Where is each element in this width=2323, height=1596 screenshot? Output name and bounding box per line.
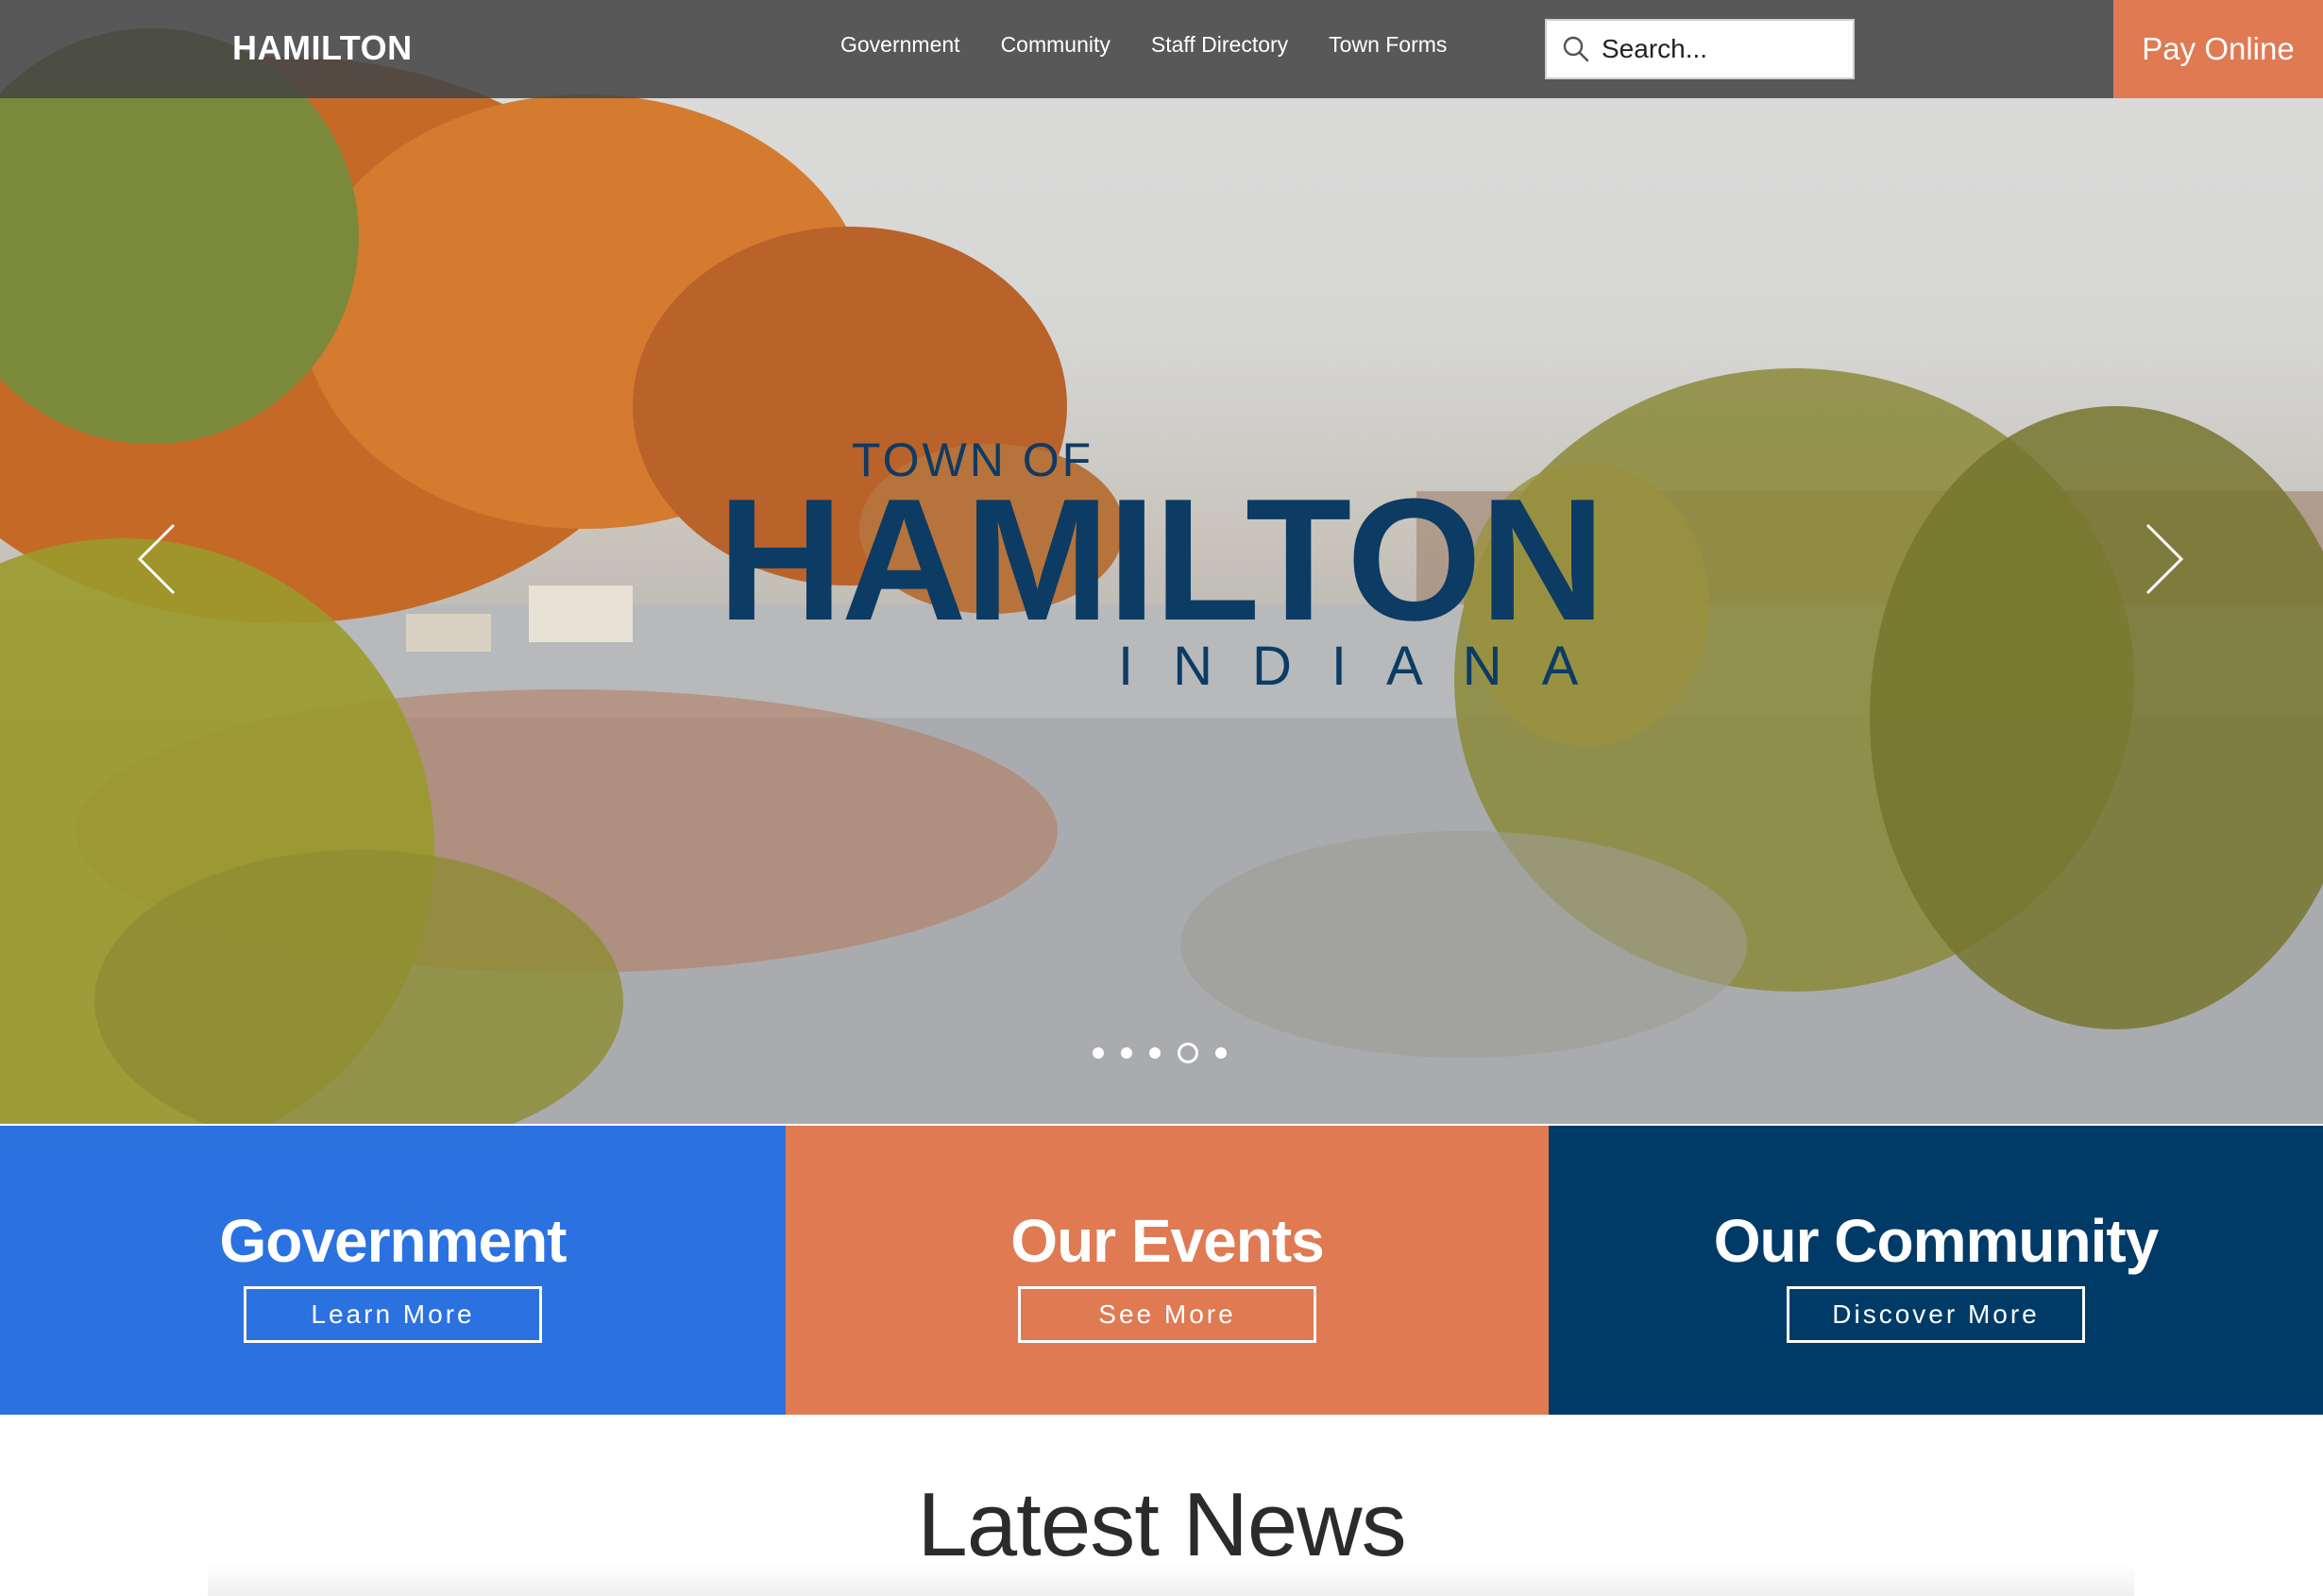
discover-more-button[interactable]: Discover More: [1787, 1286, 2085, 1343]
search-icon: [1562, 35, 1590, 63]
chevron-left-icon: [134, 523, 179, 601]
site-brand[interactable]: HAMILTON: [232, 28, 413, 68]
news-card-edge: [208, 1563, 2134, 1596]
slider-prev-button[interactable]: [134, 521, 179, 597]
town-logo: TOWN OF HAMILTON INDIANA: [718, 425, 1605, 708]
search-input[interactable]: [1602, 30, 1828, 68]
slider-dot-4-active[interactable]: [1178, 1043, 1198, 1063]
chevron-right-icon: [2142, 523, 2187, 601]
site-header: HAMILTON Government Community Staff Dire…: [0, 0, 2323, 98]
nav-item-town-forms[interactable]: Town Forms: [1329, 32, 1447, 58]
nav-item-community[interactable]: Community: [1001, 32, 1111, 58]
latest-news-heading: Latest News: [917, 1474, 1406, 1575]
panel-title: Government: [219, 1207, 568, 1275]
panel-title: Our Community: [1713, 1207, 2160, 1275]
slider-dot-1[interactable]: [1093, 1047, 1104, 1059]
panel-community: Our Community Discover More: [1549, 1126, 2323, 1415]
logo-indiana: INDIANA: [1118, 636, 1619, 697]
panel-events: Our Events See More: [786, 1126, 1549, 1415]
slider-next-button[interactable]: [2142, 521, 2187, 597]
panel-title: Our Events: [1010, 1207, 1324, 1275]
slider-dot-2[interactable]: [1121, 1047, 1132, 1059]
main-nav: Government Community Staff Directory Tow…: [840, 32, 1447, 58]
pay-online-button[interactable]: Pay Online: [2113, 0, 2323, 98]
learn-more-button[interactable]: Learn More: [244, 1286, 542, 1343]
nav-item-government[interactable]: Government: [840, 32, 960, 58]
slider-dot-3[interactable]: [1149, 1047, 1161, 1059]
logo-hamilton: HAMILTON: [718, 462, 1605, 656]
search-box[interactable]: [1545, 19, 1855, 79]
see-more-button[interactable]: See More: [1018, 1286, 1316, 1343]
slider-dot-5[interactable]: [1215, 1047, 1227, 1059]
panel-government: Government Learn More: [0, 1126, 786, 1415]
nav-item-staff-directory[interactable]: Staff Directory: [1151, 32, 1288, 58]
slider-pagination: [1093, 1043, 1227, 1063]
